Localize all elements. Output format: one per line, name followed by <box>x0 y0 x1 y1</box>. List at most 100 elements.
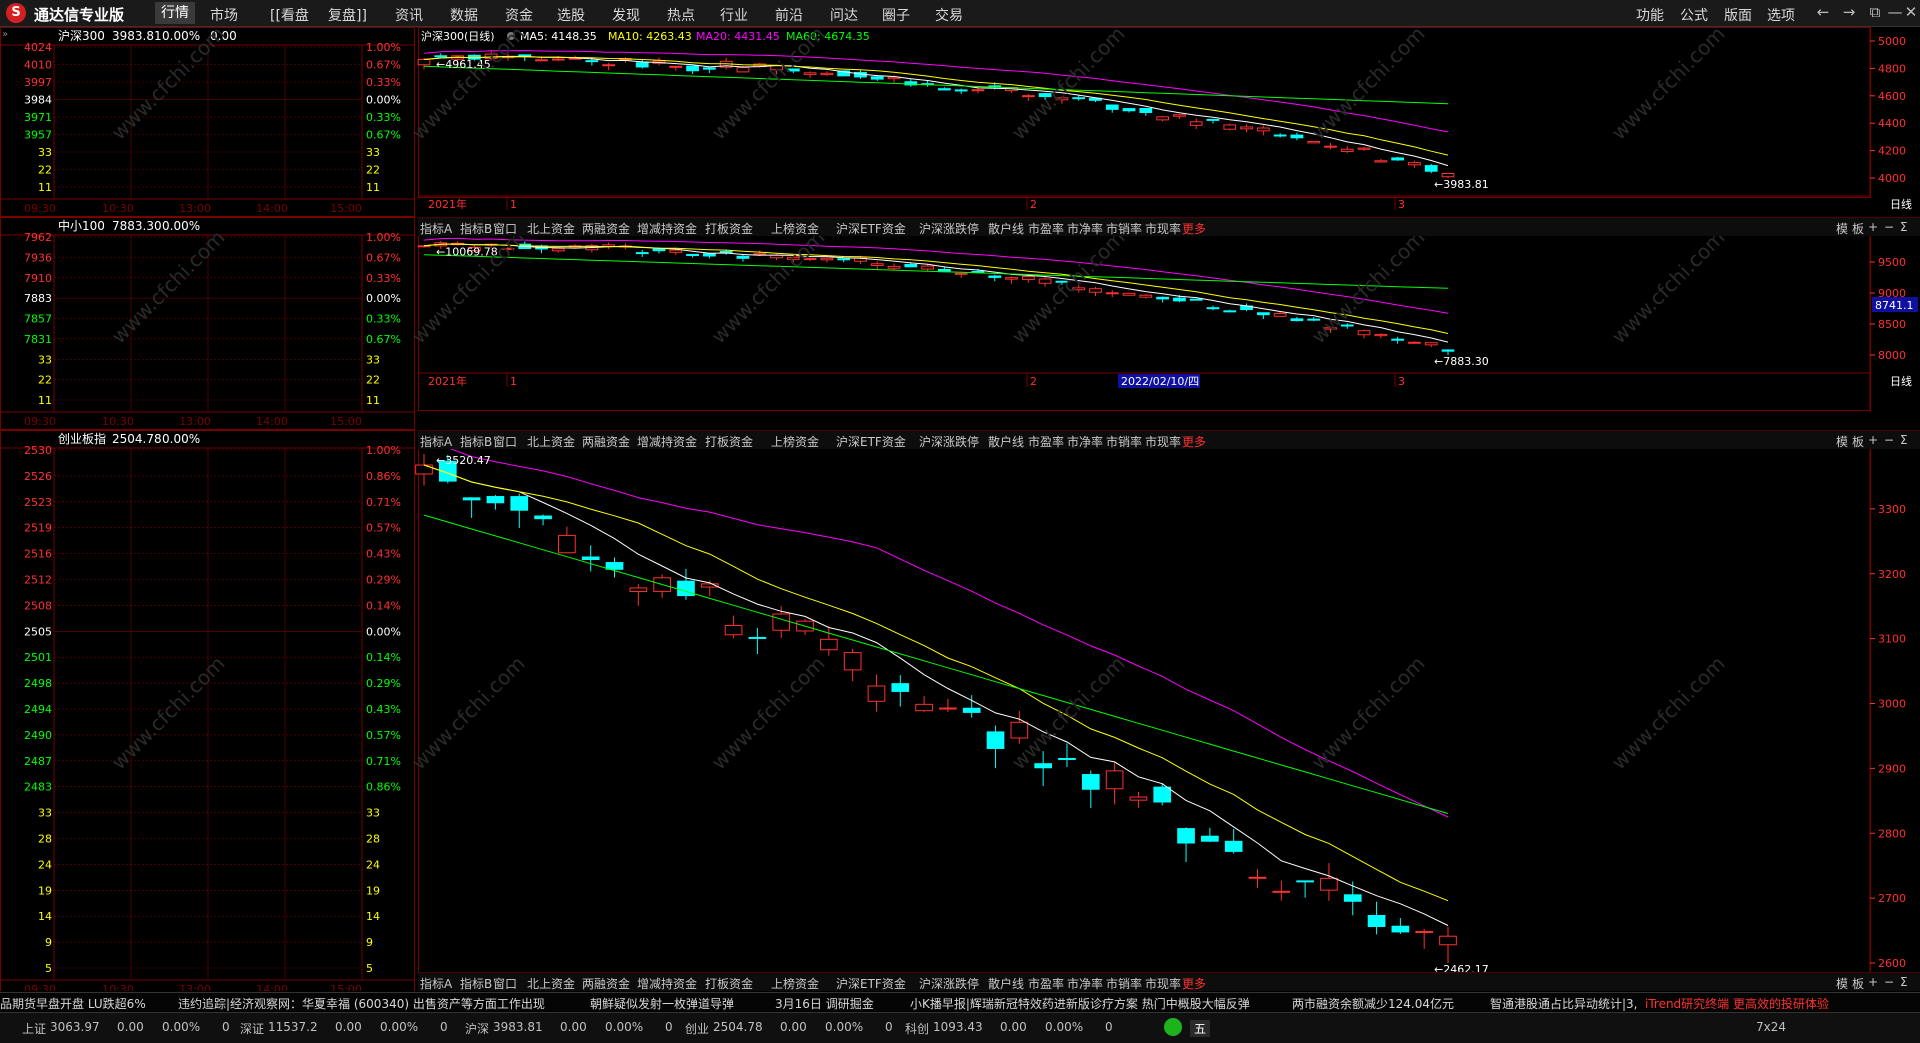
toolbar-right-button-4[interactable]: Σ <box>1900 433 1908 447</box>
toolbar-item-6[interactable]: 打板资金 <box>705 975 753 992</box>
restore-icon[interactable]: ⧉ <box>1864 3 1886 21</box>
toolbar-item-14[interactable]: 市现率 <box>1145 433 1181 450</box>
toolbar-item-5[interactable]: 增减持资金 <box>637 975 697 992</box>
menu-item-8[interactable]: 发现 <box>612 5 640 25</box>
toolbar-right-button-4[interactable]: Σ <box>1900 220 1908 234</box>
toolbar-item-13[interactable]: 市销率 <box>1106 220 1142 237</box>
toolbar-item-1[interactable]: 指标B <box>460 220 492 237</box>
right-menu-item-2[interactable]: 版面 <box>1724 5 1752 25</box>
toolbar-item-4[interactable]: 两融资金 <box>582 975 630 992</box>
toolbar-item-7[interactable]: 上榜资金 <box>771 433 819 450</box>
toolbar-right-button-1[interactable]: 板 <box>1852 220 1864 237</box>
toolbar-right-button-3[interactable]: − <box>1884 975 1894 989</box>
toolbar-item-1[interactable]: 指标B <box>460 433 492 450</box>
toolbar-item-11[interactable]: 市盈率 <box>1028 220 1064 237</box>
toolbar-right-button-1[interactable]: 板 <box>1852 433 1864 450</box>
back-icon[interactable]: ← <box>1812 3 1834 21</box>
menu-item-4[interactable]: 资讯 <box>395 5 423 25</box>
menu-item-2[interactable]: [[看盘 <box>270 5 309 25</box>
candle-body <box>1307 140 1321 144</box>
toolbar-item-8[interactable]: 沪深ETF资金 <box>836 975 906 992</box>
ime-logo-icon[interactable] <box>1164 1018 1182 1036</box>
toolbar-item-3[interactable]: 北上资金 <box>527 220 575 237</box>
toolbar-item-0[interactable]: 指标A <box>420 975 452 992</box>
toolbar-item-5[interactable]: 增减持资金 <box>637 433 697 450</box>
toolbar-right-button-3[interactable]: − <box>1884 220 1894 234</box>
news-item[interactable]: 违约追踪|经济观察网：华夏幸福 (600340) 出售资产等方面工作出现 <box>178 995 545 1012</box>
toolbar-more-button[interactable]: 更多 <box>1182 433 1206 450</box>
news-item[interactable]: 品期货早盘开盘 LU跌超6% <box>0 995 146 1012</box>
toolbar-item-6[interactable]: 打板资金 <box>705 433 753 450</box>
toolbar-right-button-0[interactable]: 模 <box>1836 975 1848 992</box>
right-menu-item-3[interactable]: 选项 <box>1767 5 1795 25</box>
news-item[interactable]: 3月16日 调研掘金 <box>775 995 874 1012</box>
menu-item-10[interactable]: 行业 <box>720 5 748 25</box>
menu-item-5[interactable]: 数据 <box>450 5 478 25</box>
toolbar-item-8[interactable]: 沪深ETF资金 <box>836 220 906 237</box>
menu-item-1[interactable]: 市场 <box>210 5 238 25</box>
toolbar-item-13[interactable]: 市销率 <box>1106 433 1142 450</box>
toolbar-item-1[interactable]: 指标B <box>460 975 492 992</box>
toolbar-item-9[interactable]: 沪深涨跌停 <box>919 220 979 237</box>
toolbar-item-12[interactable]: 市净率 <box>1067 220 1103 237</box>
toolbar-item-13[interactable]: 市销率 <box>1106 975 1142 992</box>
news-7x24-button[interactable]: 7x24 <box>1756 1020 1786 1034</box>
news-item[interactable]: 两市融资余额减少124.04亿元 <box>1292 995 1454 1012</box>
toolbar-item-10[interactable]: 散户线 <box>988 433 1024 450</box>
toolbar-item-5[interactable]: 增减持资金 <box>637 220 697 237</box>
toolbar-item-2[interactable]: 窗口 <box>493 220 517 237</box>
toolbar-right-button-0[interactable]: 模 <box>1836 220 1848 237</box>
toolbar-item-3[interactable]: 北上资金 <box>527 975 575 992</box>
toolbar-more-button[interactable]: 更多 <box>1182 975 1206 992</box>
toolbar-right-button-4[interactable]: Σ <box>1900 975 1908 989</box>
toolbar-item-10[interactable]: 散户线 <box>988 220 1024 237</box>
toolbar-item-4[interactable]: 两融资金 <box>582 220 630 237</box>
news-item[interactable]: 小K播早报|辉瑞新冠特效药进新版诊疗方案 热门中概股大幅反弹 <box>910 995 1250 1012</box>
intraday-right-tick: 0.71% <box>366 496 401 509</box>
toolbar-item-7[interactable]: 上榜资金 <box>771 220 819 237</box>
candle-body <box>462 497 481 501</box>
toolbar-item-14[interactable]: 市现率 <box>1145 975 1181 992</box>
news-item[interactable]: 朝鲜疑似发射一枚弹道导弹 <box>590 995 734 1012</box>
toolbar-item-14[interactable]: 市现率 <box>1145 220 1181 237</box>
menu-item-13[interactable]: 圈子 <box>882 5 910 25</box>
toolbar-right-button-1[interactable]: 板 <box>1852 975 1864 992</box>
toolbar-item-2[interactable]: 窗口 <box>493 975 517 992</box>
right-menu-item-0[interactable]: 功能 <box>1636 5 1664 25</box>
menu-item-11[interactable]: 前沿 <box>775 5 803 25</box>
menu-item-0[interactable]: 行情 <box>155 2 195 24</box>
toolbar-item-0[interactable]: 指标A <box>420 220 452 237</box>
toolbar-item-12[interactable]: 市净率 <box>1067 975 1103 992</box>
toolbar-item-12[interactable]: 市净率 <box>1067 433 1103 450</box>
toolbar-right-button-3[interactable]: − <box>1884 433 1894 447</box>
toolbar-right-button-2[interactable]: + <box>1868 433 1878 447</box>
toolbar-item-11[interactable]: 市盈率 <box>1028 975 1064 992</box>
ime-indicator[interactable]: 五 <box>1190 1020 1211 1037</box>
close-icon[interactable]: ✕ <box>1900 3 1920 21</box>
right-menu-item-1[interactable]: 公式 <box>1680 5 1708 25</box>
forward-icon[interactable]: → <box>1838 3 1860 21</box>
toolbar-item-10[interactable]: 散户线 <box>988 975 1024 992</box>
toolbar-item-3[interactable]: 北上资金 <box>527 433 575 450</box>
news-ad[interactable]: iTrend研究终端 更高效的投研体验 <box>1645 995 1829 1012</box>
menu-item-14[interactable]: 交易 <box>935 5 963 25</box>
toolbar-right-button-2[interactable]: + <box>1868 975 1878 989</box>
menu-item-7[interactable]: 选股 <box>557 5 585 25</box>
toolbar-more-button[interactable]: 更多 <box>1182 220 1206 237</box>
toolbar-item-7[interactable]: 上榜资金 <box>771 975 819 992</box>
toolbar-item-8[interactable]: 沪深ETF资金 <box>836 433 906 450</box>
toolbar-item-0[interactable]: 指标A <box>420 433 452 450</box>
toolbar-right-button-2[interactable]: + <box>1868 220 1878 234</box>
news-item[interactable]: 智通港股通占比异动统计|3, <box>1490 995 1638 1012</box>
toolbar-item-9[interactable]: 沪深涨跌停 <box>919 433 979 450</box>
toolbar-item-4[interactable]: 两融资金 <box>582 433 630 450</box>
toolbar-item-9[interactable]: 沪深涨跌停 <box>919 975 979 992</box>
menu-item-9[interactable]: 热点 <box>667 5 695 25</box>
menu-item-3[interactable]: 复盘]] <box>328 5 367 25</box>
toolbar-item-6[interactable]: 打板资金 <box>705 220 753 237</box>
toolbar-right-button-0[interactable]: 模 <box>1836 433 1848 450</box>
menu-item-12[interactable]: 问达 <box>830 5 858 25</box>
toolbar-item-2[interactable]: 窗口 <box>493 433 517 450</box>
menu-item-6[interactable]: 资金 <box>505 5 533 25</box>
toolbar-item-11[interactable]: 市盈率 <box>1028 433 1064 450</box>
